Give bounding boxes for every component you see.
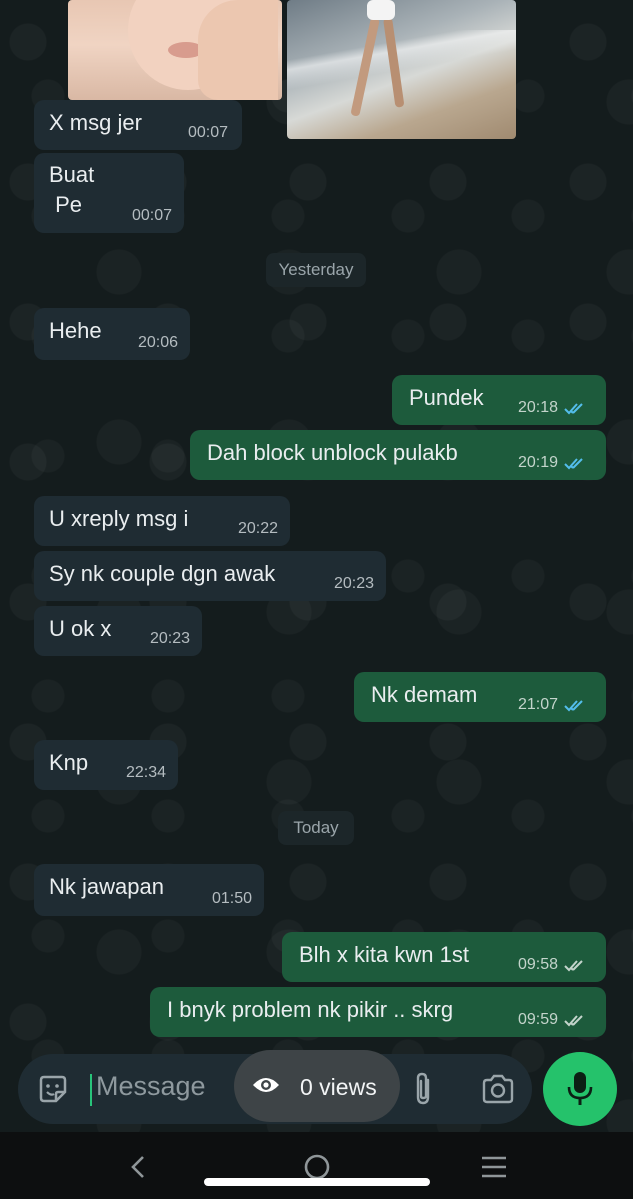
message-incoming[interactable]: Knp 22:34 (34, 740, 178, 790)
message-text: Pundek (409, 385, 484, 410)
chat-screen: X msg jer 00:07 Buat Pe 00:07 Yesterday … (0, 0, 633, 1199)
message-text: Knp (49, 750, 89, 775)
message-text: Hehe (49, 318, 102, 343)
message-time: 01:50 (211, 890, 252, 907)
read-receipt-icon (564, 403, 583, 415)
date-divider-today: Today (278, 811, 354, 845)
microphone-icon (567, 1072, 593, 1105)
read-receipt-icon (564, 700, 583, 712)
message-time: 20:18 (517, 399, 558, 416)
message-text: Blh x kita kwn 1st (299, 942, 469, 967)
message-text: Buat Pe (49, 162, 95, 217)
message-text: U ok x (49, 616, 112, 641)
date-divider-yesterday: Yesterday (266, 253, 366, 287)
attach-icon[interactable] (408, 1071, 438, 1107)
home-indicator[interactable] (204, 1178, 430, 1186)
message-incoming[interactable]: X msg jer 00:07 (34, 100, 242, 150)
message-incoming[interactable]: U xreply msg i 20:22 (34, 496, 290, 546)
message-time: 20:23 (149, 630, 190, 647)
delivered-receipt-icon (564, 960, 583, 972)
message-time: 09:59 (517, 1011, 558, 1028)
image-message-baby[interactable] (68, 0, 282, 100)
message-outgoing[interactable]: Pundek 20:18 (392, 375, 606, 425)
beach-wave (287, 30, 516, 90)
message-text: I bnyk problem nk pikir .. skrg (167, 997, 454, 1022)
baby-hand (198, 0, 278, 100)
message-outgoing[interactable]: Nk demam 21:07 (354, 672, 606, 722)
message-time: 20:06 (137, 334, 178, 351)
message-time: 20:22 (237, 520, 278, 537)
text-cursor (90, 1074, 92, 1106)
camera-icon[interactable] (480, 1072, 516, 1106)
message-text: Sy nk couple dgn awak (49, 561, 276, 586)
message-incoming[interactable]: Hehe 20:06 (34, 308, 190, 360)
message-list[interactable]: X msg jer 00:07 Buat Pe 00:07 Yesterday … (0, 0, 633, 1050)
read-receipt-icon (564, 458, 583, 470)
message-time: 20:19 (517, 454, 558, 471)
message-outgoing[interactable]: I bnyk problem nk pikir .. skrg 09:59 (150, 987, 606, 1037)
message-outgoing[interactable]: Dah block unblock pulakb 20:19 (190, 430, 606, 480)
message-time: 00:07 (131, 207, 172, 224)
views-count-label: 0 views (300, 1074, 377, 1100)
eye-icon (253, 1078, 279, 1092)
message-incoming[interactable]: Buat Pe 00:07 (34, 153, 184, 233)
message-text: Nk demam (371, 682, 478, 707)
sticker-icon[interactable] (36, 1072, 70, 1106)
message-text: X msg jer (49, 110, 142, 135)
message-time: 00:07 (187, 124, 228, 141)
message-time: 09:58 (517, 956, 558, 973)
message-incoming[interactable]: U ok x 20:23 (34, 606, 202, 656)
image-message-beach[interactable] (287, 0, 516, 139)
message-text: U xreply msg i (49, 506, 189, 531)
voice-message-button[interactable] (543, 1052, 617, 1126)
composer-bar: 0 views (0, 1050, 633, 1130)
system-navigation-bar (0, 1132, 633, 1199)
views-counter[interactable]: 0 views (234, 1050, 400, 1122)
message-text: Dah block unblock pulakb (207, 440, 458, 465)
message-time: 20:23 (333, 575, 374, 592)
back-icon[interactable] (124, 1152, 154, 1182)
person-body (367, 0, 395, 20)
message-time: 21:07 (517, 696, 558, 713)
recent-apps-icon[interactable] (479, 1152, 509, 1182)
delivered-receipt-icon (564, 1015, 583, 1027)
message-text: Nk jawapan (49, 874, 164, 899)
message-outgoing[interactable]: Blh x kita kwn 1st 09:58 (282, 932, 606, 982)
message-time: 22:34 (125, 764, 166, 781)
message-incoming[interactable]: Nk jawapan 01:50 (34, 864, 264, 916)
message-incoming[interactable]: Sy nk couple dgn awak 20:23 (34, 551, 386, 601)
